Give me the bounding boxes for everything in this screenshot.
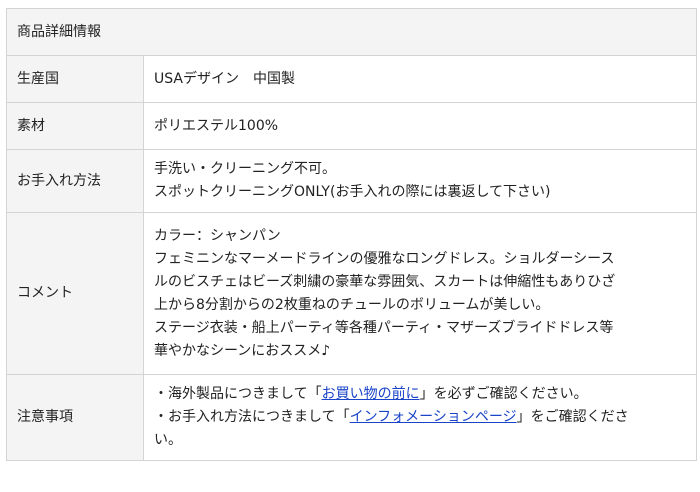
care-label: お手入れ方法 — [6, 149, 144, 213]
note-text: 」をご確認くださ — [516, 409, 629, 425]
comment-line: ステージ衣装・船上パーティ等各種パーティ・マザーズブライドドレス等 — [154, 319, 614, 336]
material-label: 素材 — [6, 102, 144, 150]
note-item: ・海外製品につきまして「お買い物の前に」を必ずご確認ください。 — [154, 383, 688, 406]
comment-line: カラー：シャンパン — [154, 227, 281, 244]
note-text: ・お手入れ方法につきまして「 — [154, 409, 350, 425]
table-row-care: お手入れ方法 手洗い・クリーニング不可。 スポットクリーニングONLY(お手入れ… — [6, 149, 697, 213]
care-line: スポットクリーニングONLY(お手入れの際には裏返して下さい) — [154, 184, 551, 200]
material-value: ポリエステル100% — [143, 102, 697, 150]
table-row-material: 素材 ポリエステル100% — [6, 102, 697, 150]
product-details-page: 商品詳細情報 生産国 USAデザイン 中国製 素材 ポリエステル100% お手入… — [0, 0, 700, 492]
information-page-link[interactable]: インフォメーションページ — [350, 409, 517, 425]
comment-line: 上から8分割からの2枚重ねのチュールのボリュームが美しい。 — [154, 296, 550, 313]
table-title-row: 商品詳細情報 — [6, 8, 697, 56]
table-row-comment: コメント カラー：シャンパン フェミニンなマーメードラインの優雅なロングドレス。… — [6, 212, 697, 375]
comment-label: コメント — [6, 212, 144, 375]
comment-line: フェミニンなマーメードラインの優雅なロングドレス。ショルダーシース — [154, 250, 615, 267]
note-item: ・お手入れ方法につきまして「インフォメーションページ」をご確認くださ — [154, 406, 688, 429]
care-line: 手洗い・クリーニング不可。 — [154, 161, 336, 177]
notes-label: 注意事項 — [6, 374, 144, 461]
notes-value: ・海外製品につきまして「お買い物の前に」を必ずご確認ください。 ・お手入れ方法に… — [143, 374, 697, 461]
table-row-notes: 注意事項 ・海外製品につきまして「お買い物の前に」を必ずご確認ください。 ・お手… — [6, 374, 697, 461]
note-item-continued: い。 — [154, 432, 182, 448]
note-text: 」を必ずご確認ください。 — [419, 386, 588, 402]
comment-line: ルのビスチェはビーズ刺繍の豪華な雰囲気、スカートは伸縮性もありひざ — [154, 273, 616, 290]
note-text: ・海外製品につきまして「 — [154, 386, 322, 402]
table-row-origin: 生産国 USAデザイン 中国製 — [6, 55, 697, 103]
care-value: 手洗い・クリーニング不可。 スポットクリーニングONLY(お手入れの際には裏返し… — [143, 149, 697, 213]
origin-label: 生産国 — [6, 55, 144, 103]
before-shopping-link[interactable]: お買い物の前に — [322, 386, 420, 402]
product-details-table: 商品詳細情報 生産国 USAデザイン 中国製 素材 ポリエステル100% お手入… — [6, 8, 697, 461]
table-title: 商品詳細情報 — [6, 8, 697, 56]
comment-line: 華やかなシーンにおススメ♪ — [154, 342, 331, 359]
comment-value: カラー：シャンパン フェミニンなマーメードラインの優雅なロングドレス。ショルダー… — [143, 212, 697, 375]
origin-value: USAデザイン 中国製 — [143, 55, 697, 103]
